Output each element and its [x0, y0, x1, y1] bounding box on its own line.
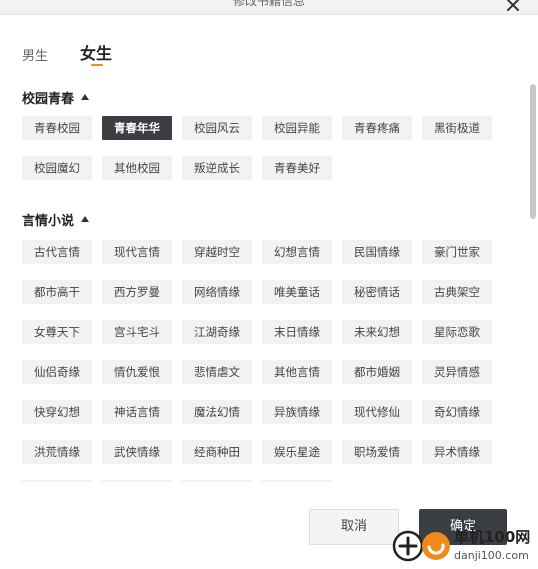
category-tag-partial[interactable]	[182, 480, 252, 482]
category-tag[interactable]: 异术情缘	[422, 440, 492, 464]
category-tag-partial[interactable]	[22, 480, 92, 482]
cancel-button[interactable]: 取消	[309, 509, 399, 545]
title-bar: 修改书籍信息	[0, 0, 538, 15]
category-tag[interactable]: 娱乐星途	[262, 440, 332, 464]
category-tag[interactable]: 情仇爱恨	[102, 360, 172, 384]
close-icon[interactable]	[502, 0, 524, 16]
category-tag[interactable]: 神话言情	[102, 400, 172, 424]
category-tag[interactable]: 唯美童话	[262, 280, 332, 304]
category-tag[interactable]: 幻想言情	[262, 240, 332, 264]
caret-up-icon	[81, 94, 90, 100]
category-tag-partial[interactable]	[262, 480, 332, 482]
section-header-romance[interactable]: 言情小说	[22, 210, 90, 229]
window-title: 修改书籍信息	[232, 0, 305, 8]
category-list[interactable]: 校园青春 青春校园 青春年华 校园风云 校园异能 青春疼痛 黑街极道校园魔幻 其他校园 叛逆成…	[0, 84, 525, 482]
category-tag[interactable]: 青春疼痛	[342, 116, 412, 140]
category-tag[interactable]: 异族情缘	[262, 400, 332, 424]
category-tag[interactable]: 青春校园	[22, 116, 92, 140]
category-tag[interactable]: 都市婚姻	[342, 360, 412, 384]
category-tag[interactable]: 星际恋歌	[422, 320, 492, 344]
category-tag[interactable]: 经商种田	[182, 440, 252, 464]
category-tag[interactable]: 黑街极道	[422, 116, 492, 140]
category-tag[interactable]: 宫斗宅斗	[102, 320, 172, 344]
category-tag[interactable]: 魔法幻情	[182, 400, 252, 424]
category-tag[interactable]: 其他校园	[102, 156, 172, 180]
category-tag[interactable]: 青春美好	[262, 156, 332, 180]
svg-text:danji100.com: danji100.com	[454, 549, 529, 562]
category-tag[interactable]: 穿越时空	[182, 240, 252, 264]
scrollbar-thumb[interactable]	[530, 84, 536, 219]
category-tag[interactable]: 职场爱情	[342, 440, 412, 464]
category-tag[interactable]: 未来幻想	[342, 320, 412, 344]
section-title: 校园青春	[22, 91, 75, 107]
category-tag[interactable]: 快穿幻想	[22, 400, 92, 424]
category-tag[interactable]: 都市高干	[22, 280, 92, 304]
category-tag[interactable]: 校园异能	[262, 116, 332, 140]
category-tag[interactable]: 洪荒情缘	[22, 440, 92, 464]
active-tab-indicator	[91, 64, 103, 66]
caret-up-icon	[81, 216, 90, 222]
category-tag[interactable]: 女尊天下	[22, 320, 92, 344]
ok-button[interactable]: 确定	[419, 509, 507, 545]
category-tag[interactable]: 古典架空	[422, 280, 492, 304]
section-title: 言情小说	[22, 213, 75, 229]
category-tag[interactable]: 民国情缘	[342, 240, 412, 264]
category-tag[interactable]: 其他言情	[262, 360, 332, 384]
category-tag[interactable]: 武侠情缘	[102, 440, 172, 464]
category-tag[interactable]: 奇幻情缘	[422, 400, 492, 424]
tab-female[interactable]: 女生	[80, 40, 112, 64]
category-tag[interactable]: 叛逆成长	[182, 156, 252, 180]
category-tag[interactable]: 悲情虐文	[182, 360, 252, 384]
tab-male[interactable]: 男生	[22, 45, 48, 64]
category-tag[interactable]: 灵异情感	[422, 360, 492, 384]
category-tag[interactable]: 西方罗曼	[102, 280, 172, 304]
category-tag[interactable]: 校园风云	[182, 116, 252, 140]
category-tag[interactable]: 网络情缘	[182, 280, 252, 304]
category-tag[interactable]: 现代言情	[102, 240, 172, 264]
category-tag[interactable]: 校园魔幻	[22, 156, 92, 180]
category-tag[interactable]: 古代言情	[22, 240, 92, 264]
category-tag[interactable]: 豪门世家	[422, 240, 492, 264]
category-tag-partial[interactable]	[102, 480, 172, 482]
category-tag[interactable]: 江湖奇缘	[182, 320, 252, 344]
category-tag[interactable]: 末日情缘	[262, 320, 332, 344]
category-tag[interactable]: 现代修仙	[342, 400, 412, 424]
section-header-campus[interactable]: 校园青春	[22, 88, 90, 107]
category-tag[interactable]: 秘密情话	[342, 280, 412, 304]
category-tag[interactable]: 仙侣奇缘	[22, 360, 92, 384]
category-tag[interactable]: 青春年华	[102, 116, 172, 140]
